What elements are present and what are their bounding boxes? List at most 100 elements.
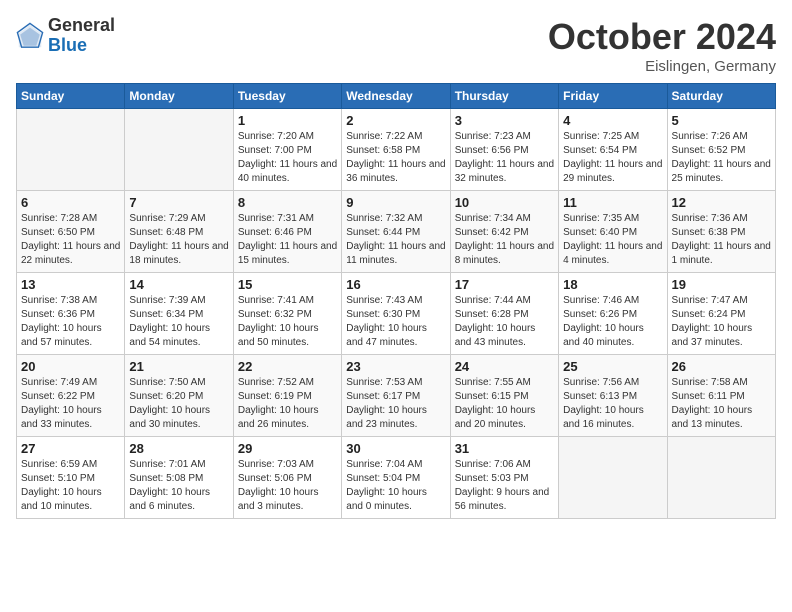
day-number: 11 bbox=[563, 195, 662, 210]
calendar-cell: 28 Sunrise: 7:01 AMSunset: 5:08 PMDayligh… bbox=[125, 437, 233, 519]
weekday-header: Sunday bbox=[17, 84, 125, 109]
calendar-cell bbox=[559, 437, 667, 519]
calendar-cell bbox=[125, 109, 233, 191]
calendar-cell: 23Sunrise: 7:53 AMSunset: 6:17 PMDayligh… bbox=[342, 355, 450, 437]
day-number: 27 bbox=[21, 441, 120, 456]
day-number: 12 bbox=[672, 195, 771, 210]
day-number: 28 bbox=[129, 441, 228, 456]
day-number: 25 bbox=[563, 359, 662, 374]
calendar-cell: 26 Sunrise: 7:58 AMSunset: 6:11 PMDayligh… bbox=[667, 355, 775, 437]
day-number: 22 bbox=[238, 359, 337, 374]
day-number: 15 bbox=[238, 277, 337, 292]
day-info: Sunrise: 7:32 AMSunset: 6:44 PMDaylight:… bbox=[346, 212, 445, 268]
day-number: 9 bbox=[346, 195, 445, 210]
month-title: October 2024 bbox=[548, 16, 776, 58]
day-info: Sunrise: 7:25 AMSunset: 6:54 PMDaylight:… bbox=[563, 130, 662, 186]
calendar-cell: 2Sunrise: 7:22 AMSunset: 6:58 PMDaylight… bbox=[342, 109, 450, 191]
day-number: 7 bbox=[129, 195, 228, 210]
day-number: 18 bbox=[563, 277, 662, 292]
title-area: October 2024 Eislingen, Germany bbox=[548, 16, 776, 75]
day-number: 1 bbox=[238, 113, 337, 128]
day-info: Sunrise: 7:47 AMSunset: 6:24 PMDaylight:… bbox=[672, 294, 771, 350]
day-info: Sunrise: 6:59 AMSunset: 5:10 PMDaylight:… bbox=[21, 458, 120, 514]
day-info: Sunrise: 7:22 AMSunset: 6:58 PMDaylight:… bbox=[346, 130, 445, 186]
calendar-cell: 11 Sunrise: 7:35 AMSunset: 6:40 PMDayligh… bbox=[559, 191, 667, 273]
calendar-cell: 31 Sunrise: 7:06 AMSunset: 5:03 PMDayligh… bbox=[450, 437, 558, 519]
day-number: 3 bbox=[455, 113, 554, 128]
calendar-cell: 21 Sunrise: 7:50 AMSunset: 6:20 PMDayligh… bbox=[125, 355, 233, 437]
calendar-cell: 20Sunrise: 7:49 AMSunset: 6:22 PMDayligh… bbox=[17, 355, 125, 437]
weekday-header: Tuesday bbox=[233, 84, 341, 109]
day-info: Sunrise: 7:34 AMSunset: 6:42 PMDaylight:… bbox=[455, 212, 554, 268]
calendar-cell: 6Sunrise: 7:28 AMSunset: 6:50 PMDaylight… bbox=[17, 191, 125, 273]
calendar-cell: 30Sunrise: 7:04 AMSunset: 5:04 PMDayligh… bbox=[342, 437, 450, 519]
calendar-cell: 25 Sunrise: 7:56 AMSunset: 6:13 PMDayligh… bbox=[559, 355, 667, 437]
day-info: Sunrise: 7:52 AMSunset: 6:19 PMDaylight:… bbox=[238, 376, 337, 432]
calendar-cell: 24 Sunrise: 7:55 AMSunset: 6:15 PMDayligh… bbox=[450, 355, 558, 437]
day-number: 17 bbox=[455, 277, 554, 292]
day-number: 5 bbox=[672, 113, 771, 128]
day-info: Sunrise: 7:41 AMSunset: 6:32 PMDaylight:… bbox=[238, 294, 337, 350]
day-info: Sunrise: 7:26 AMSunset: 6:52 PMDaylight:… bbox=[672, 130, 771, 186]
calendar-cell: 1 Sunrise: 7:20 AMSunset: 7:00 PMDaylight… bbox=[233, 109, 341, 191]
day-number: 4 bbox=[563, 113, 662, 128]
day-info: Sunrise: 7:39 AMSunset: 6:34 PMDaylight:… bbox=[129, 294, 228, 350]
day-info: Sunrise: 7:20 AMSunset: 7:00 PMDaylight:… bbox=[238, 130, 337, 186]
day-number: 10 bbox=[455, 195, 554, 210]
logo-blue-text: Blue bbox=[48, 36, 115, 56]
day-number: 14 bbox=[129, 277, 228, 292]
weekday-header: Wednesday bbox=[342, 84, 450, 109]
day-number: 8 bbox=[238, 195, 337, 210]
day-number: 24 bbox=[455, 359, 554, 374]
weekday-header-row: SundayMondayTuesdayWednesdayThursdayFrid… bbox=[17, 84, 776, 109]
day-number: 26 bbox=[672, 359, 771, 374]
day-number: 31 bbox=[455, 441, 554, 456]
day-info: Sunrise: 7:38 AMSunset: 6:36 PMDaylight:… bbox=[21, 294, 120, 350]
weekday-header: Thursday bbox=[450, 84, 558, 109]
calendar-cell: 12 Sunrise: 7:36 AMSunset: 6:38 PMDayligh… bbox=[667, 191, 775, 273]
calendar-cell: 13Sunrise: 7:38 AMSunset: 6:36 PMDayligh… bbox=[17, 273, 125, 355]
location-subtitle: Eislingen, Germany bbox=[548, 58, 776, 75]
day-info: Sunrise: 7:53 AMSunset: 6:17 PMDaylight:… bbox=[346, 376, 445, 432]
day-info: Sunrise: 7:01 AMSunset: 5:08 PMDaylight:… bbox=[129, 458, 228, 514]
day-number: 29 bbox=[238, 441, 337, 456]
calendar-cell bbox=[17, 109, 125, 191]
calendar-cell: 29Sunrise: 7:03 AMSunset: 5:06 PMDayligh… bbox=[233, 437, 341, 519]
calendar-cell: 5 Sunrise: 7:26 AMSunset: 6:52 PMDaylight… bbox=[667, 109, 775, 191]
day-info: Sunrise: 7:29 AMSunset: 6:48 PMDaylight:… bbox=[129, 212, 228, 268]
calendar-cell: 22 Sunrise: 7:52 AMSunset: 6:19 PMDayligh… bbox=[233, 355, 341, 437]
calendar-cell: 7 Sunrise: 7:29 AMSunset: 6:48 PMDaylight… bbox=[125, 191, 233, 273]
calendar-cell: 18 Sunrise: 7:46 AMSunset: 6:26 PMDayligh… bbox=[559, 273, 667, 355]
calendar-cell: 16Sunrise: 7:43 AMSunset: 6:30 PMDayligh… bbox=[342, 273, 450, 355]
day-number: 21 bbox=[129, 359, 228, 374]
calendar-cell: 9 Sunrise: 7:32 AMSunset: 6:44 PMDaylight… bbox=[342, 191, 450, 273]
calendar-cell: 10 Sunrise: 7:34 AMSunset: 6:42 PMDayligh… bbox=[450, 191, 558, 273]
day-info: Sunrise: 7:36 AMSunset: 6:38 PMDaylight:… bbox=[672, 212, 771, 268]
day-info: Sunrise: 7:56 AMSunset: 6:13 PMDaylight:… bbox=[563, 376, 662, 432]
calendar-week-row: 1 Sunrise: 7:20 AMSunset: 7:00 PMDaylight… bbox=[17, 109, 776, 191]
calendar-week-row: 20Sunrise: 7:49 AMSunset: 6:22 PMDayligh… bbox=[17, 355, 776, 437]
day-number: 16 bbox=[346, 277, 445, 292]
calendar-cell: 3 Sunrise: 7:23 AMSunset: 6:56 PMDaylight… bbox=[450, 109, 558, 191]
calendar-week-row: 27 Sunrise: 6:59 AMSunset: 5:10 PMDayligh… bbox=[17, 437, 776, 519]
calendar-cell: 17 Sunrise: 7:44 AMSunset: 6:28 PMDayligh… bbox=[450, 273, 558, 355]
day-info: Sunrise: 7:06 AMSunset: 5:03 PMDaylight:… bbox=[455, 458, 554, 514]
calendar-week-row: 6Sunrise: 7:28 AMSunset: 6:50 PMDaylight… bbox=[17, 191, 776, 273]
day-info: Sunrise: 7:55 AMSunset: 6:15 PMDaylight:… bbox=[455, 376, 554, 432]
day-info: Sunrise: 7:50 AMSunset: 6:20 PMDaylight:… bbox=[129, 376, 228, 432]
weekday-header: Saturday bbox=[667, 84, 775, 109]
weekday-header: Friday bbox=[559, 84, 667, 109]
day-info: Sunrise: 7:31 AMSunset: 6:46 PMDaylight:… bbox=[238, 212, 337, 268]
day-info: Sunrise: 7:58 AMSunset: 6:11 PMDaylight:… bbox=[672, 376, 771, 432]
day-info: Sunrise: 7:35 AMSunset: 6:40 PMDaylight:… bbox=[563, 212, 662, 268]
calendar-cell: 15 Sunrise: 7:41 AMSunset: 6:32 PMDayligh… bbox=[233, 273, 341, 355]
day-info: Sunrise: 7:46 AMSunset: 6:26 PMDaylight:… bbox=[563, 294, 662, 350]
weekday-header: Monday bbox=[125, 84, 233, 109]
day-info: Sunrise: 7:23 AMSunset: 6:56 PMDaylight:… bbox=[455, 130, 554, 186]
day-number: 30 bbox=[346, 441, 445, 456]
day-info: Sunrise: 7:28 AMSunset: 6:50 PMDaylight:… bbox=[21, 212, 120, 268]
calendar-week-row: 13Sunrise: 7:38 AMSunset: 6:36 PMDayligh… bbox=[17, 273, 776, 355]
calendar-cell: 27 Sunrise: 6:59 AMSunset: 5:10 PMDayligh… bbox=[17, 437, 125, 519]
day-number: 19 bbox=[672, 277, 771, 292]
day-info: Sunrise: 7:44 AMSunset: 6:28 PMDaylight:… bbox=[455, 294, 554, 350]
